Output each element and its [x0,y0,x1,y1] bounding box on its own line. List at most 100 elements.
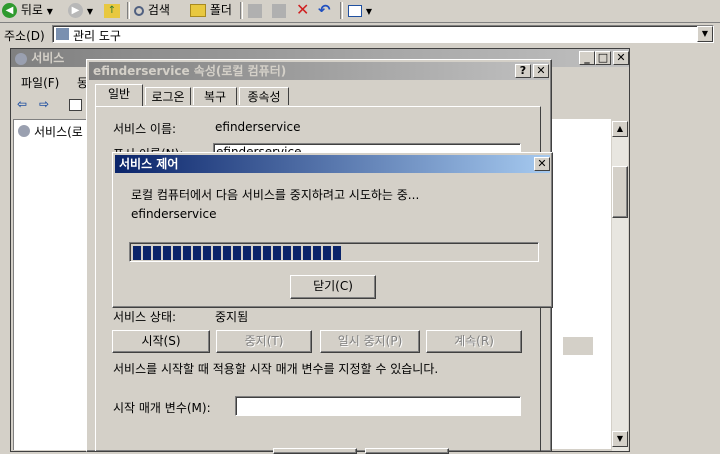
service-control-message: 로컬 컴퓨터에서 다음 서비스를 중지하려고 시도하는 중... [131,188,420,202]
up-folder-button[interactable]: ↑ [104,0,120,20]
views-button[interactable]: ▼ [348,0,372,20]
search-label: 검색 [147,3,170,17]
mmc-back-arrow-icon[interactable]: ⇦ [17,97,27,111]
progress-bar [129,242,539,262]
address-label: 주소(D) [4,29,45,43]
progress-segment [223,246,231,260]
move-to-icon [248,3,262,18]
help-button[interactable]: ? [515,64,531,78]
progress-segment [323,246,331,260]
tab-general[interactable]: 일반 [95,84,143,106]
folders-label: 폴더 [209,3,232,17]
dropdown-arrow-icon[interactable]: ▼ [87,7,93,16]
tree-item-services[interactable]: 서비스(로 [34,123,83,140]
close-dialog-button[interactable]: 닫기(C) [290,275,376,299]
progress-segment [263,246,271,260]
up-folder-icon: ↑ [104,3,120,18]
toolbar-separator [340,2,343,19]
delete-button[interactable]: ✕ [296,0,309,20]
move-to-button[interactable] [248,0,262,20]
properties-title: efinderservice 속성(로컬 컴퓨터) [93,64,287,78]
scroll-thumb[interactable] [612,166,628,218]
progress-segment [183,246,191,260]
progress-segment [213,246,221,260]
progress-segment [293,246,301,260]
list-pane [543,119,611,449]
ok-button-partial[interactable] [273,448,357,454]
start-button[interactable]: 시작(S) [112,330,210,353]
address-field[interactable]: 관리 도구 ▼ [52,25,714,43]
control-panel-icon [56,28,69,40]
service-control-close-button[interactable]: ✕ [534,157,550,171]
start-params-description: 서비스를 시작할 때 적용할 시작 매개 변수를 지정할 수 있습니다. [113,362,439,376]
mmc-forward-arrow-icon[interactable]: ⇨ [39,97,49,111]
back-button[interactable]: ◀ 뒤로 ▼ [2,0,53,20]
views-icon [348,4,362,17]
properties-titlebar: efinderservice 속성(로컬 컴퓨터) [89,62,549,80]
progress-segment [253,246,261,260]
scroll-up-arrow-icon[interactable]: ▲ [612,121,628,137]
progress-segment [283,246,291,260]
explorer-toolbar: ◀ 뒤로 ▼ ▶ ▼ ↑ 검색 폴더 ✕ ↶ ▼ [0,0,720,23]
properties-close-button[interactable]: ✕ [533,64,549,78]
undo-button[interactable]: ↶ [318,0,331,20]
service-name-label: 서비스 이름: [113,122,177,136]
back-label: 뒤로 [20,3,43,17]
copy-to-icon [272,3,286,18]
forward-button[interactable]: ▶ ▼ [68,0,93,20]
progress-segment [243,246,251,260]
tab-logon[interactable]: 로그온 [145,87,191,105]
service-control-title: 서비스 제어 [119,157,179,171]
scroll-down-arrow-icon[interactable]: ▼ [612,431,628,447]
progress-segment [193,246,201,260]
folder-icon [190,4,206,17]
progress-segment [143,246,151,260]
progress-segment [313,246,321,260]
dropdown-arrow-icon[interactable]: ▼ [47,7,53,16]
progress-segment [163,246,171,260]
cancel-button-partial[interactable] [365,448,449,454]
search-button[interactable]: 검색 [134,0,170,20]
service-control-titlebar: 서비스 제어 [115,155,550,173]
folders-button[interactable]: 폴더 [190,0,232,20]
dropdown-arrow-icon[interactable]: ▼ [366,7,372,16]
services-gear-icon [15,52,27,65]
progress-segment [233,246,241,260]
tab-strip: 일반 로그온 복구 종속성 [95,84,535,107]
toolbar-separator [240,2,243,19]
forward-arrow-icon: ▶ [68,3,83,18]
address-value: 관리 도구 [73,29,121,43]
show-tree-icon[interactable] [69,99,82,111]
service-status-label: 서비스 상태: [113,310,177,324]
services-tree-gear-icon [18,125,30,137]
tab-dependencies[interactable]: 종속성 [239,87,289,105]
tab-recovery[interactable]: 복구 [193,87,237,105]
progress-segment [173,246,181,260]
menu-file[interactable]: 파일(F) [21,74,59,91]
progress-segment [333,246,341,260]
minimize-button[interactable]: _ [579,51,595,65]
address-bar: 주소(D) 관리 도구 ▼ [0,23,720,45]
progress-segment [153,246,161,260]
list-scrollbar[interactable]: ▲ ▼ [612,121,628,451]
back-arrow-icon: ◀ [2,3,17,18]
toolbar-separator [127,2,130,19]
undo-icon: ↶ [318,1,331,19]
resume-button[interactable]: 계속(R) [426,330,522,353]
start-params-label: 시작 매개 변수(M): [113,401,211,415]
progress-segment [303,246,311,260]
service-control-dialog: 서비스 제어 ✕ 로컬 컴퓨터에서 다음 서비스를 중지하려고 시도하는 중..… [112,152,553,308]
service-control-service-name: efinderservice [131,207,217,221]
selected-row-fragment [563,337,593,355]
services-title: 서비스 [31,51,65,65]
pause-button[interactable]: 일시 중지(P) [320,330,420,353]
start-params-input[interactable] [235,396,521,416]
progress-segment [203,246,211,260]
maximize-button[interactable]: □ [595,51,611,65]
stop-button[interactable]: 중지(T) [216,330,312,353]
close-button[interactable]: ✕ [613,51,629,65]
address-dropdown-button[interactable]: ▼ [697,26,713,42]
copy-to-button[interactable] [272,0,286,20]
search-icon [134,5,144,16]
service-status-value: 중지됨 [215,310,249,324]
